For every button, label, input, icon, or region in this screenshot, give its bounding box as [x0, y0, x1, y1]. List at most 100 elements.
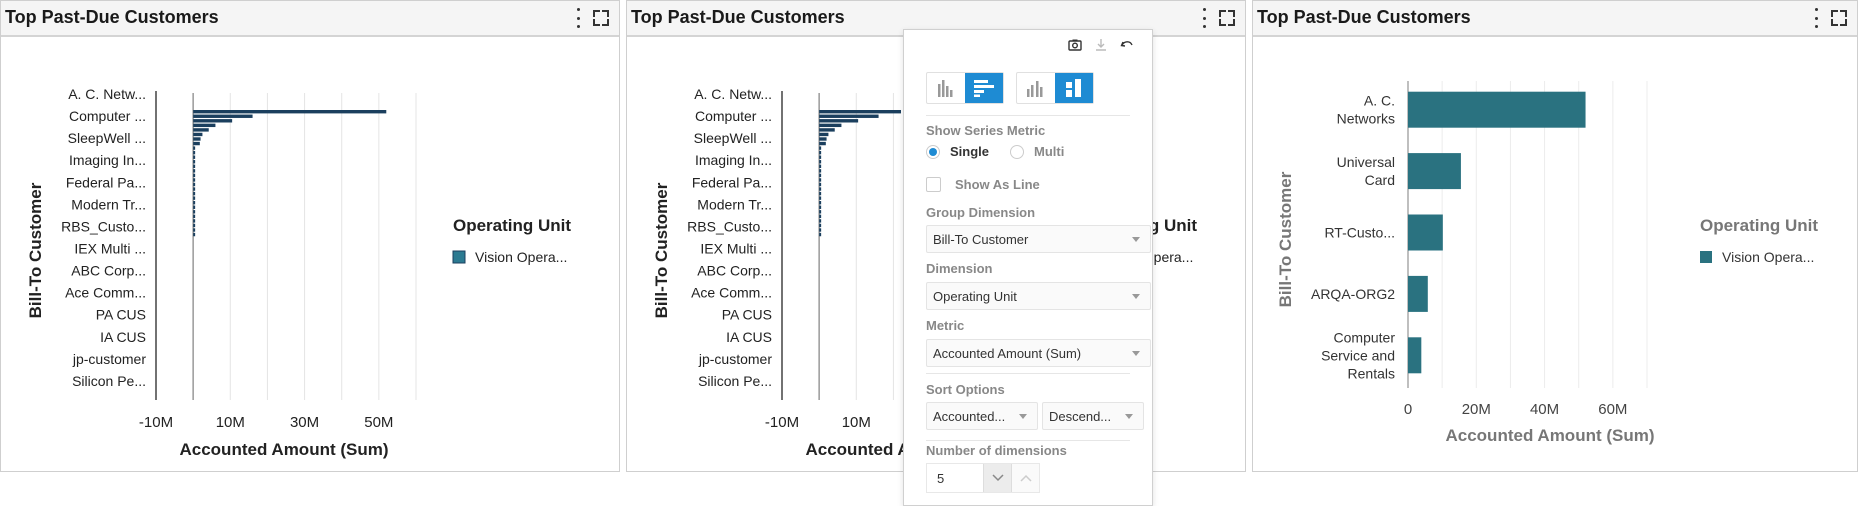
decrement-button[interactable] — [983, 464, 1011, 492]
expand-icon[interactable] — [1831, 10, 1847, 26]
bar — [193, 150, 196, 155]
bar — [193, 182, 196, 187]
expand-icon[interactable] — [1219, 10, 1235, 26]
divider — [926, 373, 1130, 374]
single-label: Single — [950, 144, 990, 159]
grouped-bar-button[interactable] — [1017, 73, 1055, 103]
bar — [819, 205, 822, 209]
horizontal-bar-icon — [974, 80, 994, 97]
category-label: IA CUS — [100, 329, 146, 345]
panel-header: Top Past-Due Customers — [1253, 1, 1857, 37]
grouped-bar-icon — [1027, 81, 1043, 97]
divider — [926, 440, 1130, 441]
category-label: IEX Multi ... — [700, 241, 772, 257]
increment-button[interactable] — [1011, 464, 1039, 492]
category-label: ABC Corp... — [71, 263, 146, 279]
bar — [193, 191, 196, 196]
bar — [819, 137, 827, 141]
x-tick-label: 50M — [364, 414, 393, 431]
panel-title: Top Past-Due Customers — [5, 7, 219, 27]
chevron-up-icon — [1019, 474, 1032, 482]
category-label: Universal — [1337, 154, 1395, 170]
category-label: A. C. Netw... — [694, 86, 772, 102]
category-label: ARQA-ORG2 — [1311, 286, 1395, 302]
sort-field-select[interactable]: Accounted... — [926, 402, 1038, 430]
vertical-bar-icon — [938, 80, 953, 97]
category-label: Ace Comm... — [691, 285, 772, 301]
multi-radio[interactable]: Multi — [1010, 144, 1064, 159]
category-label: Federal Pa... — [66, 174, 146, 190]
bar — [819, 132, 829, 137]
category-label: Computer — [1334, 329, 1396, 345]
category-label: ABC Corp... — [697, 263, 772, 279]
x-tick-label: -10M — [765, 414, 799, 431]
dimension-value: Operating Unit — [933, 288, 1017, 304]
sort-order-select[interactable]: Descend... — [1042, 402, 1144, 430]
category-label: Card — [1365, 172, 1395, 188]
vertical-bar-button[interactable] — [927, 73, 965, 103]
category-label: Service and — [1321, 347, 1395, 363]
bar — [819, 201, 822, 205]
category-label: Networks — [1337, 111, 1395, 127]
y-axis-title: Bill-To Customer — [652, 182, 671, 318]
dimension-label: Dimension — [926, 261, 993, 276]
bar — [1408, 275, 1428, 312]
legend-swatch — [1700, 251, 1712, 263]
bar — [193, 196, 196, 200]
category-label: Modern Tr... — [71, 196, 146, 212]
caret-down-icon — [1132, 351, 1140, 356]
camera-icon[interactable] — [1068, 38, 1082, 55]
chart-panel-3: Top Past-Due Customers A. C. Networks Univ… — [1252, 0, 1858, 472]
bar — [193, 110, 387, 114]
bar — [819, 191, 822, 196]
category-label: RBS_Custo... — [687, 218, 772, 234]
number-of-dimensions-label: Number of dimensions — [926, 443, 1067, 458]
bar — [193, 128, 209, 132]
panel-title: Top Past-Due Customers — [631, 7, 845, 27]
chevron-down-icon — [991, 474, 1004, 482]
bar — [819, 119, 859, 123]
category-label: A. C. Netw... — [68, 86, 146, 102]
category-label: Imaging In... — [69, 152, 146, 168]
bar — [819, 110, 901, 114]
divider — [926, 115, 1130, 116]
bar — [819, 141, 826, 146]
bar — [819, 173, 822, 178]
bar — [819, 219, 822, 223]
caret-down-icon — [1019, 414, 1027, 419]
horizontal-bar-button[interactable] — [965, 73, 1003, 103]
bar — [193, 187, 196, 191]
bar — [193, 123, 216, 128]
category-label: Computer ... — [695, 108, 772, 124]
category-label: IEX Multi ... — [74, 241, 146, 257]
metric-select[interactable]: Accounted Amount (Sum) — [926, 339, 1151, 367]
sort-order-value: Descend... — [1049, 408, 1112, 424]
bar — [819, 187, 822, 191]
bar — [193, 119, 233, 123]
kebab-menu-icon[interactable] — [575, 8, 581, 28]
metric-value: Accounted Amount (Sum) — [933, 345, 1082, 361]
chart-panel-1: Top Past-Due Customers A. C. Netw... Comp… — [0, 0, 620, 472]
download-icon[interactable] — [1094, 38, 1108, 55]
kebab-menu-icon[interactable] — [1813, 8, 1819, 28]
single-radio[interactable]: Single — [926, 144, 989, 159]
kebab-menu-icon[interactable] — [1201, 8, 1207, 28]
show-as-line-checkbox[interactable]: Show As Line — [926, 177, 1040, 192]
category-label: jp-customer — [72, 351, 146, 367]
expand-icon[interactable] — [593, 10, 609, 26]
category-label: PA CUS — [722, 307, 772, 323]
x-tick-label: 30M — [290, 414, 319, 431]
category-label: SleepWell ... — [694, 130, 772, 146]
group-dimension-label: Group Dimension — [926, 205, 1036, 220]
bar — [193, 141, 200, 146]
dimension-select[interactable]: Operating Unit — [926, 282, 1151, 310]
bar — [193, 214, 196, 219]
undo-icon[interactable] — [1120, 38, 1134, 55]
bar — [819, 128, 835, 132]
stacked-bar-button[interactable] — [1055, 73, 1093, 103]
bar — [819, 232, 822, 237]
bar — [819, 210, 822, 214]
category-label: PA CUS — [96, 307, 146, 323]
number-of-dimensions-input[interactable]: 5 — [927, 464, 983, 492]
group-dimension-select[interactable]: Bill-To Customer — [926, 225, 1151, 253]
